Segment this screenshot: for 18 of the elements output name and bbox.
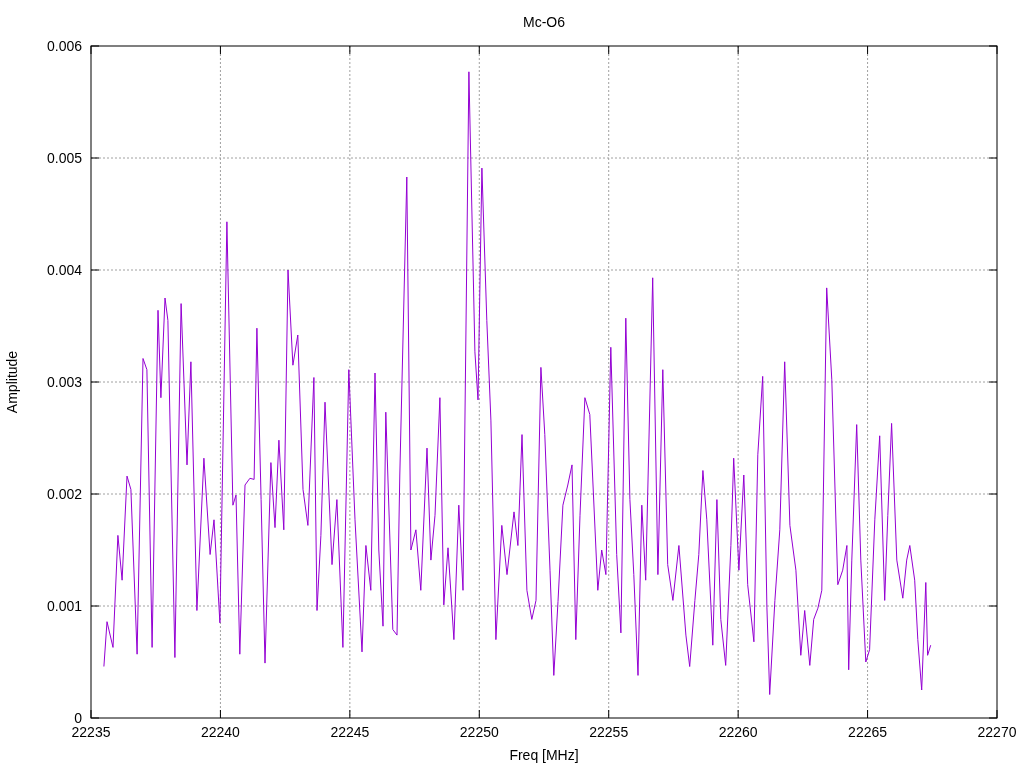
tick-label: 22245 [330, 724, 370, 740]
tick-label: 0.003 [46, 374, 82, 390]
x-axis-label: Freq [MHz] [509, 747, 579, 763]
tick-label: 0.005 [46, 150, 82, 166]
tick-label: 22235 [71, 724, 111, 740]
tick-label: 0.001 [46, 598, 82, 614]
tick-label: 0.006 [46, 38, 82, 54]
tick-label: 22240 [200, 724, 240, 740]
tick-label: 0 [74, 710, 82, 726]
tick-label: 22260 [718, 724, 758, 740]
y-axis-label: Amplitude [4, 350, 20, 414]
tick-label: 22270 [977, 724, 1017, 740]
tick-label: 22250 [459, 724, 499, 740]
chart-title: Mc-O6 [523, 14, 565, 30]
tick-label: 0.004 [46, 262, 82, 278]
tick-label: 0.002 [46, 486, 82, 502]
tick-label: 22255 [589, 724, 629, 740]
tick-label: 22265 [848, 724, 888, 740]
